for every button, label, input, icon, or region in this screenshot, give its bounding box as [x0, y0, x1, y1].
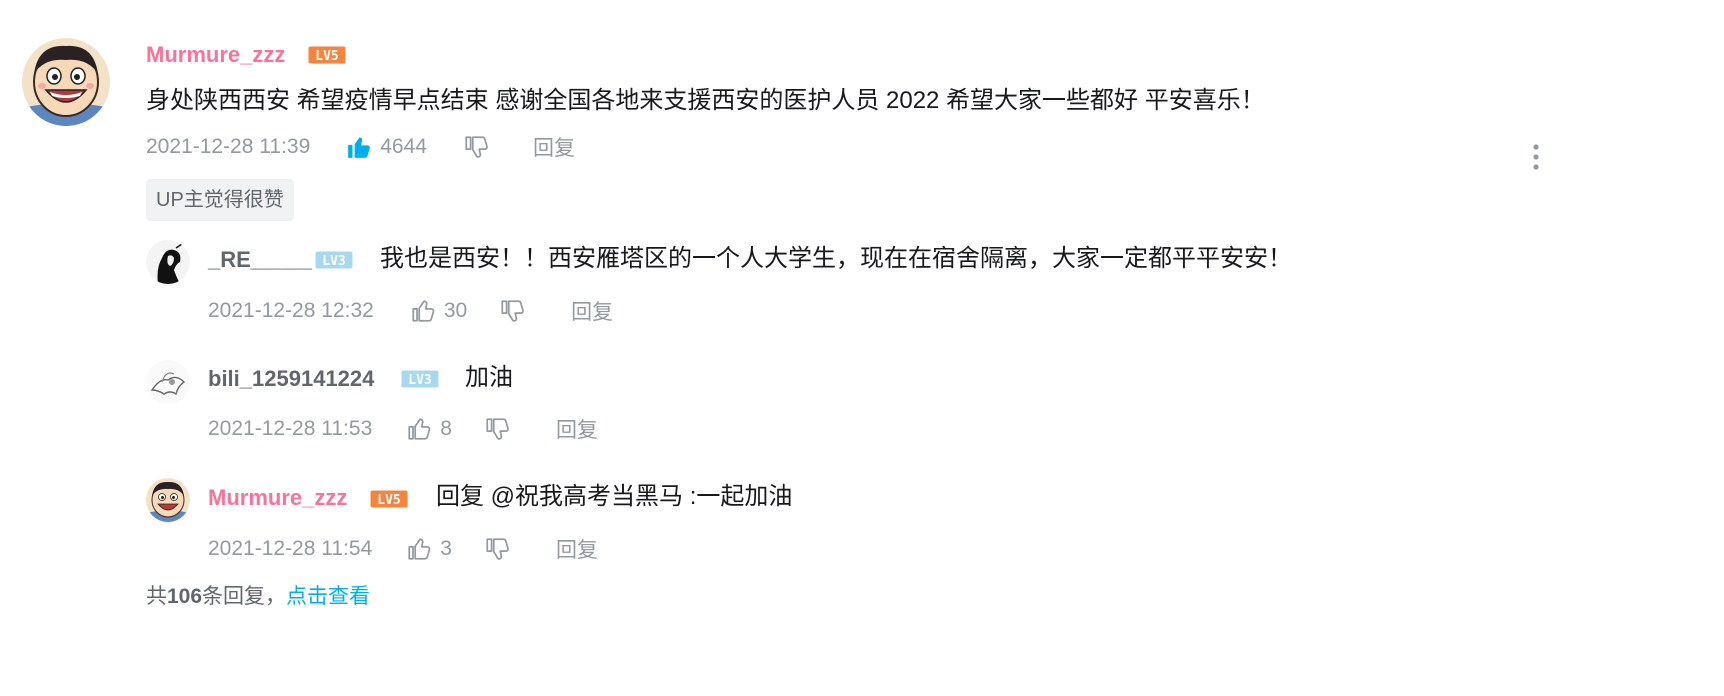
thumb-down-icon	[465, 136, 488, 158]
comment-time: 2021-12-28 11:39	[146, 135, 311, 158]
like-count: 4644	[380, 135, 427, 158]
level-badge-lv3: LV3	[401, 370, 439, 388]
reply-content: 我也是西安！！西安雁塔区的一个人大学生，现在在宿舍隔离，大家一定都平平安安！	[380, 245, 1292, 272]
thumb-down-icon	[486, 538, 509, 560]
like-button[interactable]: 3	[406, 536, 452, 562]
thumb-down-icon	[501, 300, 525, 322]
reply-button[interactable]: 回复	[556, 534, 598, 564]
like-button[interactable]: 8	[406, 416, 452, 442]
dislike-button[interactable]	[463, 134, 489, 160]
like-count: 8	[440, 417, 452, 440]
comment-username[interactable]: Murmure_zzz	[146, 41, 285, 69]
reply-content: 回复 @祝我高考当黑马 :一起加油	[436, 483, 793, 510]
level-badge-lv3: LV3	[315, 251, 353, 269]
like-button[interactable]: 30	[410, 298, 467, 324]
level-badge-lv5: LV5	[370, 490, 408, 508]
avatar-bili[interactable]	[146, 360, 190, 404]
avatar-re[interactable]	[146, 240, 190, 284]
dislike-button[interactable]	[484, 536, 510, 562]
thumb-up-icon	[408, 538, 431, 560]
reply-time: 2021-12-28 11:53	[208, 417, 373, 440]
reply-button[interactable]: 回复	[556, 414, 598, 444]
reply-username[interactable]: _RE_____	[208, 246, 312, 274]
svg-text:LV5: LV5	[377, 493, 400, 508]
view-replies-link[interactable]: 点击查看	[286, 585, 370, 608]
comment-meta: 2021-12-28 11:39 4644 回复	[146, 132, 575, 162]
level-badge-lv5: LV5	[308, 46, 346, 64]
reply-username[interactable]: bili_1259141224	[208, 365, 374, 393]
comment-content: 身处陕西西安 希望疫情早点结束 感谢全国各地来支援西安的医护人员 2022 希望…	[146, 87, 1265, 114]
reply-count-footer: 共106条回复，点击查看	[146, 582, 370, 612]
svg-text:LV3: LV3	[408, 373, 431, 388]
svg-text:LV3: LV3	[322, 254, 345, 269]
reply-button[interactable]: 回复	[533, 132, 575, 162]
thumb-up-icon	[408, 418, 431, 440]
like-count: 3	[440, 537, 452, 560]
thumb-up-icon	[348, 137, 371, 158]
dislike-button[interactable]	[499, 298, 525, 324]
like-count: 30	[443, 299, 468, 322]
reply-meta: 2021-12-28 12:32 30 回复	[208, 296, 613, 326]
reply-meta: 2021-12-28 11:54 3 回复	[208, 534, 598, 564]
up-liked-tag: UP主觉得很赞	[146, 179, 294, 221]
avatar-murmure[interactable]	[22, 38, 110, 126]
dislike-button[interactable]	[484, 416, 510, 442]
footer-count: 106	[167, 585, 203, 608]
footer-suffix: 条回复，	[202, 585, 287, 608]
avatar-murmure[interactable]	[146, 478, 190, 522]
like-button[interactable]: 4644	[346, 134, 427, 160]
svg-text:LV5: LV5	[315, 49, 338, 64]
reply-username[interactable]: Murmure_zzz	[208, 484, 347, 512]
thumb-down-icon	[486, 418, 509, 440]
reply-time: 2021-12-28 12:32	[208, 299, 374, 322]
thumb-up-icon	[412, 300, 435, 322]
footer-prefix: 共	[146, 585, 167, 608]
reply-content: 加油	[465, 364, 513, 391]
reply-time: 2021-12-28 11:54	[208, 537, 373, 560]
reply-button[interactable]: 回复	[571, 296, 613, 326]
reply-meta: 2021-12-28 11:53 8 回复	[208, 414, 598, 444]
more-vertical-icon[interactable]	[1528, 142, 1544, 172]
